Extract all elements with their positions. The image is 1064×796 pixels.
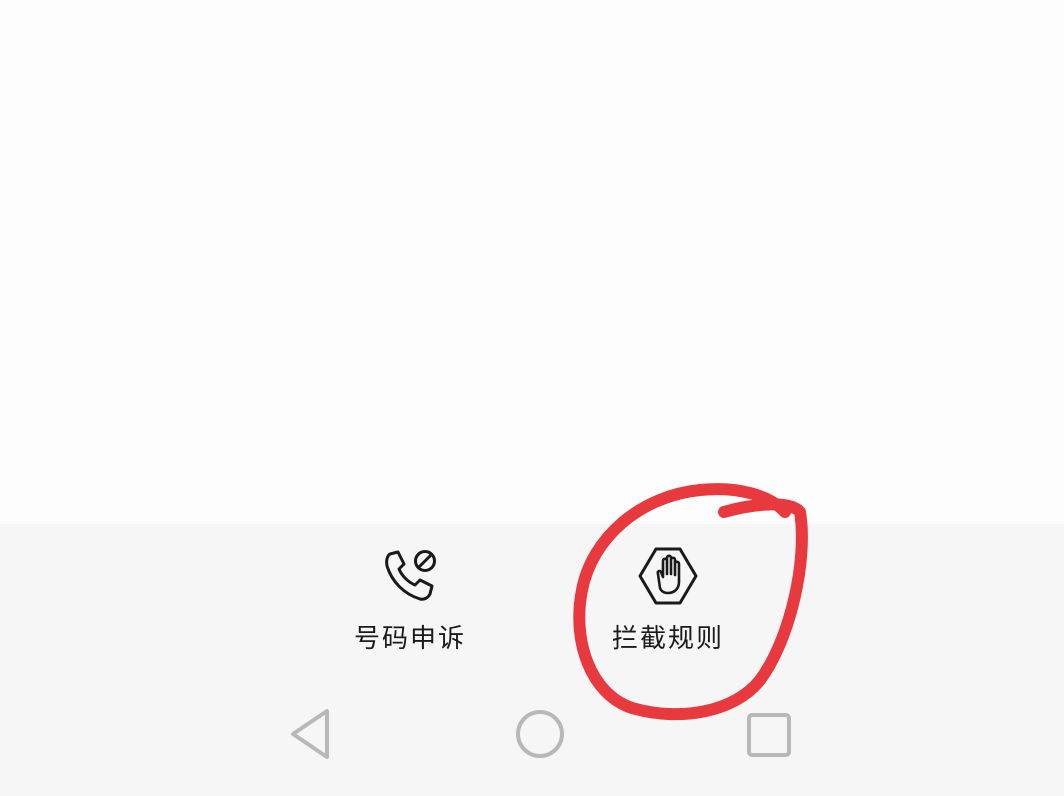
bottom-action-panel: 号码申诉 拦截规则	[0, 524, 1064, 796]
home-circle-icon	[516, 710, 564, 758]
screen: 号码申诉 拦截规则	[0, 0, 1064, 796]
back-triangle-icon	[291, 709, 329, 759]
block-rules-label: 拦截规则	[611, 624, 724, 654]
recent-square-icon	[747, 713, 791, 757]
content-area	[0, 0, 1064, 524]
stop-hand-icon	[636, 544, 700, 608]
phone-blocked-icon	[378, 544, 442, 608]
number-appeal-label: 号码申诉	[353, 624, 466, 654]
back-button[interactable]	[280, 704, 340, 764]
system-navigation-bar	[0, 694, 1064, 774]
block-rules-button[interactable]: 拦截规则	[598, 544, 738, 655]
recent-apps-button[interactable]	[738, 704, 798, 764]
home-button[interactable]	[510, 704, 570, 764]
number-appeal-button[interactable]: 号码申诉	[340, 544, 480, 655]
